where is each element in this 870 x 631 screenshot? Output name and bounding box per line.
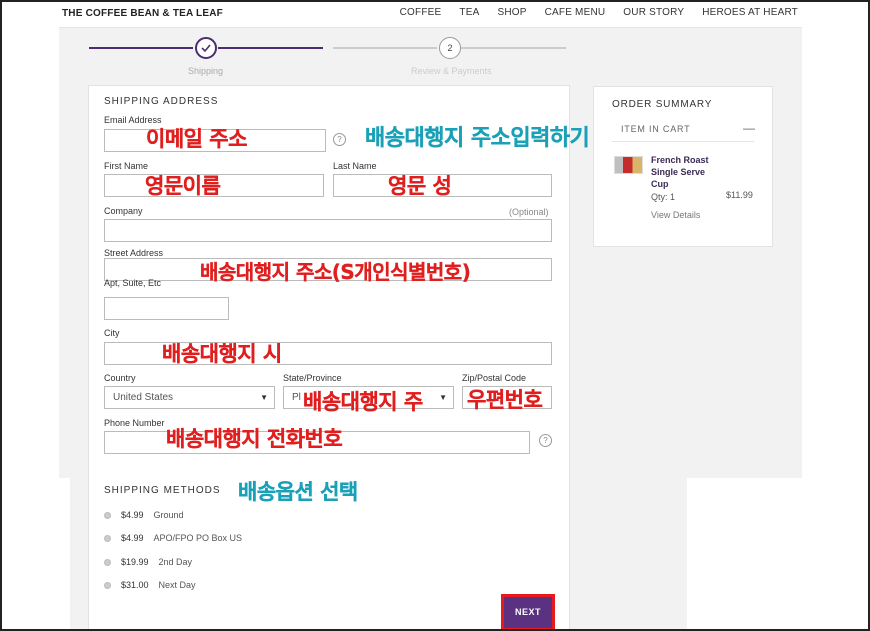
nav-our-story[interactable]: OUR STORY <box>623 7 684 18</box>
annotation-street: 배송대행지 주소(S개인식별번호) <box>200 260 471 284</box>
street-address-label: Street Address <box>104 248 164 258</box>
chevron-down-icon: ▼ <box>439 393 447 402</box>
state-label: State/Province <box>283 373 342 383</box>
site-header: THE COFFEE BEAN & TEA LEAF COFFEE TEA SH… <box>59 0 802 28</box>
progress-line-pending <box>461 47 566 49</box>
radio-button[interactable] <box>104 511 111 519</box>
view-details-link[interactable]: View Details <box>651 210 700 220</box>
radio-button[interactable] <box>104 581 111 589</box>
apt-suite-field[interactable] <box>104 297 229 320</box>
product-qty: Qty: 1 <box>651 192 676 202</box>
step-review-number: 2 <box>439 37 461 59</box>
radio-button[interactable] <box>104 558 111 566</box>
radio-button[interactable] <box>104 534 111 542</box>
annotation-shipping-option: 배송옵션 선택 <box>238 480 359 504</box>
progress-line-done <box>218 47 323 49</box>
main-nav: COFFEE TEA SHOP CAFE MENU OUR STORY HERO… <box>382 7 798 18</box>
product-thumbnail <box>614 156 643 174</box>
nav-coffee[interactable]: COFFEE <box>400 7 442 18</box>
annotation-zip: 우편번호 <box>467 388 543 412</box>
zip-label: Zip/Postal Code <box>462 373 527 383</box>
shipping-option-next-day[interactable]: $31.00 Next Day <box>104 580 196 590</box>
nav-heroes-at-heart[interactable]: HEROES AT HEART <box>702 7 798 18</box>
shipping-option-apo[interactable]: $4.99 APO/FPO PO Box US <box>104 533 242 543</box>
progress-line-pending <box>333 47 437 49</box>
chevron-down-icon: ▼ <box>260 393 268 402</box>
nav-cafe-menu[interactable]: CAFE MENU <box>545 7 606 18</box>
annotation-phone: 배송대행지 전화번호 <box>166 427 343 451</box>
collapse-icon[interactable]: — <box>743 121 755 135</box>
apt-suite-label: Apt, Suite, Etc <box>104 278 162 288</box>
shipping-address-title: SHIPPING ADDRESS <box>104 96 219 107</box>
company-label: Company <box>104 206 143 216</box>
phone-help-icon[interactable]: ? <box>539 434 552 447</box>
annotation-last-name: 영문 성 <box>388 174 452 198</box>
shipping-option-ground[interactable]: $4.99 Ground <box>104 510 184 520</box>
first-name-label: First Name <box>104 161 149 171</box>
product-name: French Roast Single Serve Cup <box>651 155 709 189</box>
email-help-icon[interactable]: ? <box>333 133 346 146</box>
country-label: Country <box>104 373 136 383</box>
annotation-address-input: 배송대행지 주소입력하기 <box>365 126 590 151</box>
annotation-first-name: 영문이름 <box>145 174 221 198</box>
next-button[interactable]: NEXT <box>501 594 555 631</box>
shipping-price: $19.99 <box>121 557 149 567</box>
company-field[interactable] <box>104 219 552 242</box>
annotation-email: 이메일 주소 <box>146 127 248 151</box>
brand-logo[interactable]: THE COFFEE BEAN & TEA LEAF <box>62 8 223 19</box>
annotation-state: 배송대행지 주 <box>303 390 424 414</box>
items-in-cart-header[interactable]: ITEM IN CART <box>621 124 690 134</box>
shipping-option-2nd-day[interactable]: $19.99 2nd Day <box>104 557 192 567</box>
nav-tea[interactable]: TEA <box>459 7 479 18</box>
last-name-label: Last Name <box>333 161 377 171</box>
product-price: $11.99 <box>726 190 753 200</box>
phone-label: Phone Number <box>104 418 165 428</box>
shipping-name: Next Day <box>158 580 196 590</box>
country-select[interactable]: United States ▼ <box>104 386 275 409</box>
shipping-price: $4.99 <box>121 533 144 543</box>
step-review-label: Review & Payments <box>411 66 492 76</box>
progress-line-done <box>89 47 193 49</box>
shipping-methods-title: SHIPPING METHODS <box>104 485 221 496</box>
shipping-price: $31.00 <box>121 580 149 590</box>
nav-shop[interactable]: SHOP <box>497 7 526 18</box>
annotation-city: 배송대행지 시 <box>162 342 283 366</box>
step-shipping-label: Shipping <box>188 66 224 76</box>
state-value: Pl <box>292 392 301 403</box>
shipping-name: 2nd Day <box>158 557 193 567</box>
step-shipping-check-icon <box>195 37 217 59</box>
divider <box>612 141 754 142</box>
shipping-name: APO/FPO PO Box US <box>153 533 243 543</box>
country-value: United States <box>113 392 174 403</box>
city-label: City <box>104 328 120 338</box>
shipping-name: Ground <box>153 510 184 520</box>
order-summary-title: ORDER SUMMARY <box>612 99 713 110</box>
shipping-price: $4.99 <box>121 510 144 520</box>
company-optional-label: (Optional) <box>509 207 549 217</box>
